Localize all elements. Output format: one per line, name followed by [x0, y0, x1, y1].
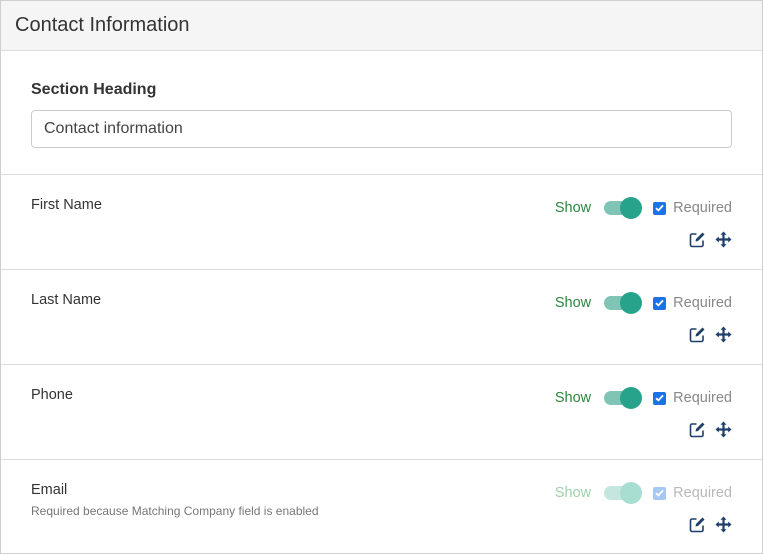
field-controls: Show Required	[555, 197, 732, 219]
show-toggle	[604, 482, 643, 504]
row-actions	[689, 326, 732, 343]
edit-icon[interactable]	[689, 421, 706, 438]
required-checkbox[interactable]	[653, 201, 667, 215]
field-note: Required because Matching Company field …	[31, 504, 319, 518]
check-icon	[655, 299, 664, 307]
required-label: Required	[673, 485, 732, 501]
field-label: Phone	[31, 387, 73, 403]
field-row-first-name: First Name Show Required	[1, 175, 762, 270]
field-controls: Show Required	[555, 482, 732, 504]
row-actions	[689, 516, 732, 533]
row-actions	[689, 421, 732, 438]
field-controls: Show Required	[555, 292, 732, 314]
field-row-phone: Phone Show Required	[1, 365, 762, 460]
show-toggle[interactable]	[604, 292, 643, 314]
required-label: Required	[673, 200, 732, 216]
field-label: First Name	[31, 197, 102, 213]
contact-information-panel: Contact Information Section Heading Firs…	[0, 0, 763, 554]
required-checkbox[interactable]	[653, 391, 667, 405]
field-row-email: Email Required because Matching Company …	[1, 460, 762, 554]
edit-icon[interactable]	[689, 231, 706, 248]
move-icon[interactable]	[715, 326, 732, 343]
required-checkbox	[653, 486, 667, 500]
show-toggle[interactable]	[604, 387, 643, 409]
move-icon[interactable]	[715, 421, 732, 438]
required-label: Required	[673, 390, 732, 406]
field-label: Last Name	[31, 292, 102, 308]
show-label: Show	[554, 485, 592, 501]
section-heading-label: Section Heading	[31, 81, 157, 98]
section-heading-input[interactable]	[31, 110, 732, 148]
section-heading-group: Section Heading	[1, 51, 762, 175]
check-icon	[655, 489, 664, 497]
check-icon	[655, 204, 664, 212]
field-row-last-name: Last Name Show Required	[1, 270, 762, 365]
move-icon[interactable]	[715, 516, 732, 533]
move-icon[interactable]	[715, 231, 732, 248]
panel-title: Contact Information	[1, 1, 762, 51]
show-label: Show	[554, 295, 592, 311]
check-icon	[655, 394, 664, 402]
show-label: Show	[554, 390, 592, 406]
edit-icon[interactable]	[689, 326, 706, 343]
row-actions	[689, 231, 732, 248]
show-label: Show	[554, 200, 592, 216]
required-label: Required	[673, 295, 732, 311]
edit-icon[interactable]	[689, 516, 706, 533]
show-toggle[interactable]	[604, 197, 643, 219]
field-controls: Show Required	[555, 387, 732, 409]
field-label: Email	[31, 482, 68, 498]
required-checkbox[interactable]	[653, 296, 667, 310]
